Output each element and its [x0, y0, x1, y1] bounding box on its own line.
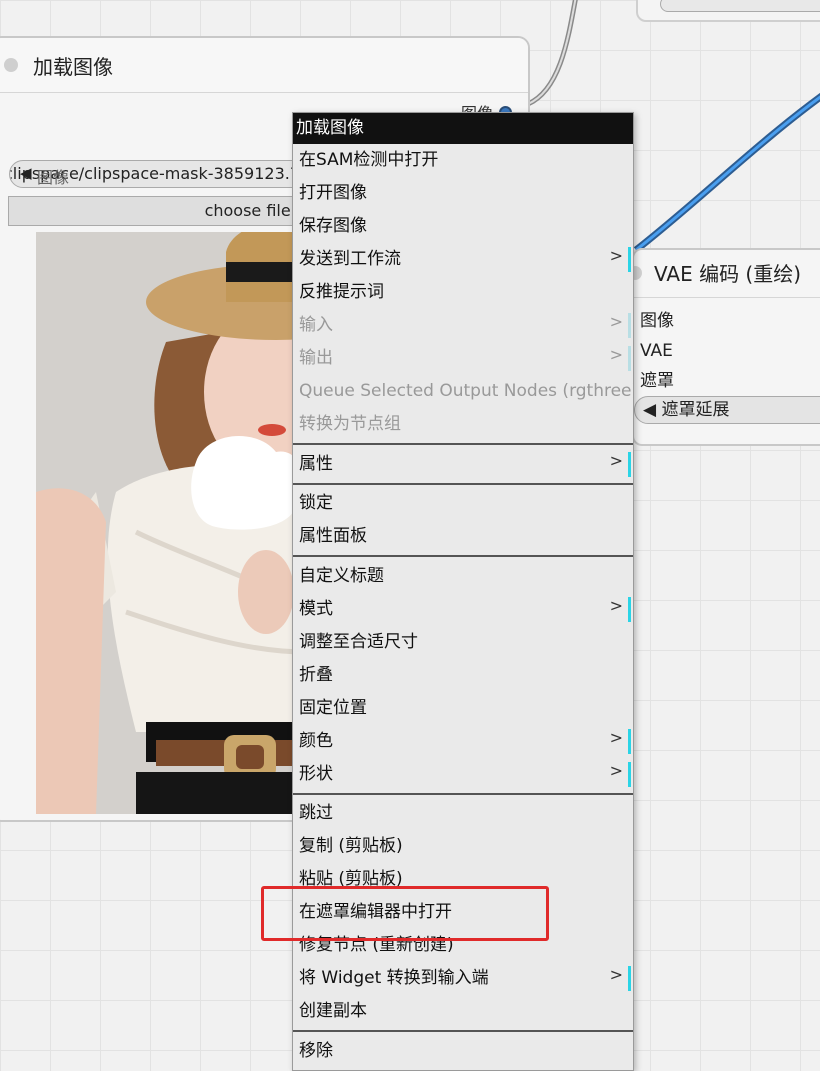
- left-arrow-icon[interactable]: ◀: [643, 400, 661, 420]
- submenu-arrow-icon: >: [609, 728, 623, 747]
- menu-item-label: 颜色: [299, 731, 333, 751]
- submenu-indicator: [628, 762, 631, 787]
- menu-item-label: 创建副本: [299, 1001, 367, 1021]
- submenu-indicator: [628, 346, 631, 371]
- menu-item-shapes[interactable]: 形状 >: [293, 758, 633, 791]
- menu-item-lock[interactable]: 锁定: [293, 487, 633, 520]
- submenu-arrow-icon: >: [609, 965, 623, 984]
- vae-input-vae[interactable]: VAE: [634, 336, 820, 366]
- submenu-arrow-icon: >: [609, 312, 623, 331]
- menu-item-convert-widget-to-input[interactable]: 将 Widget 转换到输入端 >: [293, 962, 633, 995]
- menu-item-colors[interactable]: 颜色 >: [293, 725, 633, 758]
- menu-separator: [293, 483, 633, 485]
- submenu-indicator: [628, 966, 631, 991]
- submenu-indicator: [628, 729, 631, 754]
- menu-item-label: 输入: [299, 315, 333, 335]
- menu-item-label: 在SAM检测中打开: [299, 150, 439, 170]
- menu-item-label: 属性面板: [299, 526, 367, 546]
- submenu-indicator: [628, 313, 631, 338]
- image-preview: [36, 232, 336, 814]
- menu-item-label: 锁定: [299, 493, 333, 513]
- menu-item-label: 调整至合适尺寸: [299, 632, 418, 652]
- submenu-indicator: [628, 247, 631, 272]
- menu-item-collapse[interactable]: 折叠: [293, 659, 633, 692]
- combo-left-arrow-icon[interactable]: ◀: [20, 164, 32, 182]
- menu-item-label: 转换为节点组: [299, 414, 401, 434]
- mask-expand-label: 遮罩延展: [661, 400, 730, 420]
- submenu-arrow-icon: >: [609, 451, 623, 470]
- menu-item-properties[interactable]: 属性 >: [293, 448, 633, 481]
- preview-photo: [36, 232, 336, 814]
- submenu-arrow-icon: >: [609, 345, 623, 364]
- menu-item-label: 输出: [299, 348, 333, 368]
- menu-separator: [293, 555, 633, 557]
- vae-node-inputs: 图像 VAE 遮罩: [634, 298, 820, 396]
- menu-item-resize-to-fit[interactable]: 调整至合适尺寸: [293, 626, 633, 659]
- menu-item-send-to-workflow[interactable]: 发送到工作流 >: [293, 243, 633, 276]
- other-node-widget[interactable]: [660, 0, 820, 12]
- menu-item-label: 发送到工作流: [299, 249, 401, 269]
- menu-item-label: 跳过: [299, 803, 333, 823]
- menu-item-remove[interactable]: 移除: [293, 1035, 633, 1068]
- submenu-indicator: [628, 452, 631, 477]
- menu-item-open-in-sam[interactable]: 在SAM检测中打开: [293, 144, 633, 177]
- image-link-gray-inner: [527, 0, 577, 105]
- load-image-node-header[interactable]: 加载图像: [0, 38, 528, 93]
- highlight-annotation-box: [261, 886, 549, 941]
- menu-item-copy-clipspace[interactable]: 复制 (剪贴板): [293, 830, 633, 863]
- menu-item-label: 打开图像: [299, 183, 367, 203]
- collapse-dot-icon[interactable]: [4, 58, 18, 72]
- menu-item-label: 模式: [299, 599, 333, 619]
- menu-separator: [293, 793, 633, 795]
- menu-item-clone[interactable]: 创建副本: [293, 995, 633, 1028]
- menu-item-queue-selected-output-nodes[interactable]: Queue Selected Output Nodes (rgthree): [293, 375, 633, 408]
- menu-item-label: 将 Widget 转换到输入端: [299, 968, 489, 988]
- menu-item-bypass[interactable]: 跳过: [293, 797, 633, 830]
- menu-item-label: 移除: [299, 1041, 333, 1061]
- menu-item-outputs[interactable]: 输出 >: [293, 342, 633, 375]
- menu-item-label: Queue Selected Output Nodes (rgthree): [299, 381, 634, 401]
- other-node-fragment[interactable]: [636, 0, 820, 22]
- vae-input-image[interactable]: 图像: [634, 306, 820, 336]
- menu-item-label: 反推提示词: [299, 282, 384, 302]
- menu-item-label: 自定义标题: [299, 566, 384, 586]
- submenu-arrow-icon: >: [609, 596, 623, 615]
- menu-item-inputs[interactable]: 输入 >: [293, 309, 633, 342]
- load-image-node-title: 加载图像: [33, 54, 113, 79]
- vae-node-title: VAE 编码 (重绘): [634, 250, 820, 298]
- menu-item-label: 属性: [299, 454, 333, 474]
- menu-item-open-image[interactable]: 打开图像: [293, 177, 633, 210]
- submenu-arrow-icon: >: [609, 761, 623, 780]
- menu-item-label: 折叠: [299, 665, 333, 685]
- menu-item-label: 形状: [299, 764, 333, 784]
- menu-item-properties-panel[interactable]: 属性面板: [293, 520, 633, 553]
- menu-item-label: 复制 (剪贴板): [299, 836, 403, 856]
- menu-item-label: 固定位置: [299, 698, 367, 718]
- menu-item-pin[interactable]: 固定位置: [293, 692, 633, 725]
- mask-expand-widget[interactable]: ◀ 遮罩延展: [634, 396, 820, 424]
- image-combo-label: 图像: [37, 168, 70, 187]
- menu-item-convert-to-group[interactable]: 转换为节点组: [293, 408, 633, 441]
- menu-item-custom-title[interactable]: 自定义标题: [293, 560, 633, 593]
- submenu-arrow-icon: >: [609, 246, 623, 265]
- submenu-indicator: [628, 597, 631, 622]
- menu-separator: [293, 443, 633, 445]
- menu-separator: [293, 1030, 633, 1032]
- menu-item-interrogate-prompt[interactable]: 反推提示词: [293, 276, 633, 309]
- context-menu-title: 加载图像: [293, 113, 633, 144]
- menu-item-save-image[interactable]: 保存图像: [293, 210, 633, 243]
- image-link-gray: [526, 0, 578, 107]
- vae-input-mask[interactable]: 遮罩: [634, 366, 820, 396]
- vae-encode-node[interactable]: VAE 编码 (重绘) 图像 VAE 遮罩 ◀ 遮罩延展: [632, 248, 820, 446]
- menu-item-mode[interactable]: 模式 >: [293, 593, 633, 626]
- menu-item-label: 保存图像: [299, 216, 367, 236]
